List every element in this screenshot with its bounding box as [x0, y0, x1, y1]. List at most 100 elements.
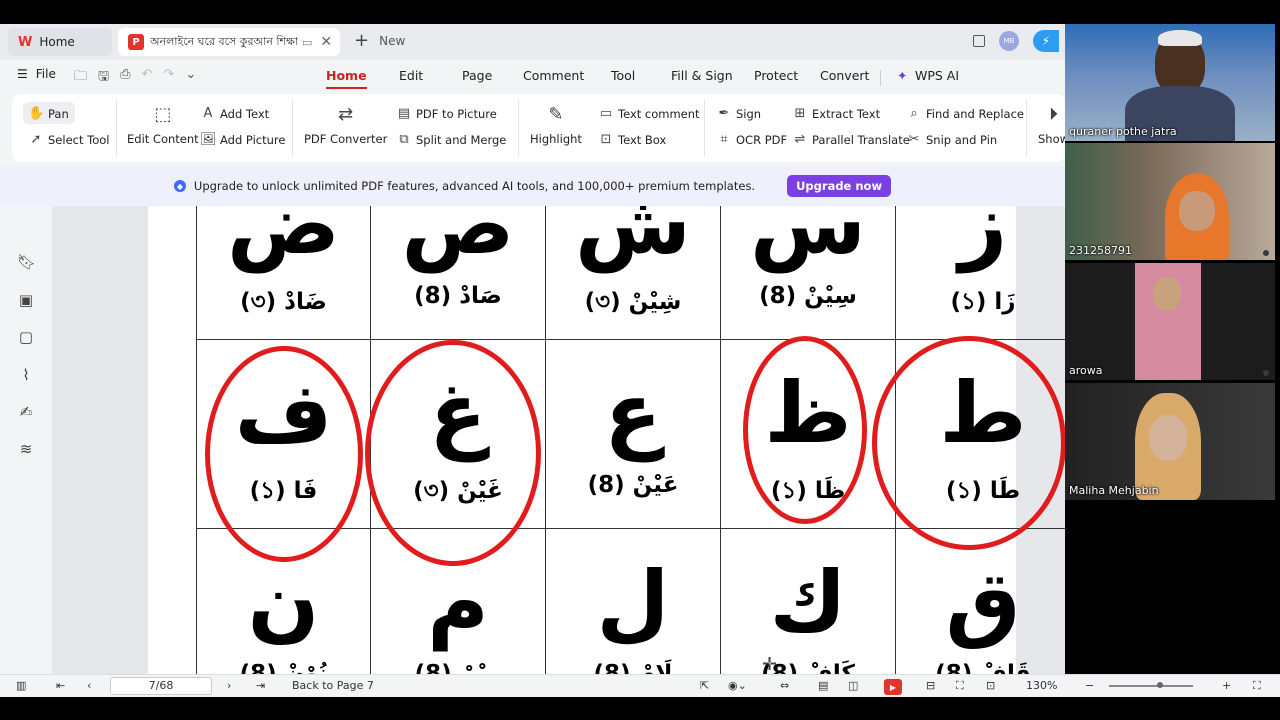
layers-icon[interactable]: ≋	[17, 440, 35, 458]
user-avatar[interactable]: MB	[999, 31, 1019, 51]
chevron-down-icon[interactable]: ⌄	[185, 67, 196, 89]
back-to-page-link[interactable]: Back to Page 7	[292, 679, 374, 692]
tab-document[interactable]: P অনলাইনে ঘরে বসে কুরআন শিক্ষা ▭ ✕	[118, 28, 340, 56]
select-tool-label: Select Tool	[48, 132, 110, 147]
snip-pin-button[interactable]: ✂ Snip and Pin	[906, 132, 998, 147]
thumbnail-icon[interactable]: ▣	[17, 291, 35, 309]
select-tool[interactable]: ➚ Select Tool	[28, 132, 110, 147]
file-menu[interactable]: ☰ File	[17, 67, 56, 81]
pdf-converter-button[interactable]: ⇄ PDF Converter	[304, 104, 387, 146]
participant-face	[1153, 277, 1181, 311]
ocr-pdf-button[interactable]: ⌗ OCR PDF	[716, 132, 787, 147]
upgrade-now-button[interactable]: Upgrade now	[787, 175, 892, 197]
menu-convert[interactable]: Convert	[820, 68, 869, 83]
zoom-out-icon[interactable]: −	[1085, 679, 1094, 692]
add-picture-button[interactable]: 🖼 Add Picture	[200, 132, 285, 147]
prev-page-icon[interactable]: ‹	[87, 679, 91, 692]
fullscreen-icon[interactable]: ⛶	[1253, 679, 1261, 693]
zoom-slider[interactable]	[1109, 685, 1193, 687]
signature-icon[interactable]: ✍	[17, 403, 35, 421]
letter-cell: ز زَا (১)	[896, 206, 1065, 340]
pdf-file-icon: P	[128, 34, 144, 50]
letter-caption: صَادْ (8)	[414, 283, 502, 309]
new-tab-button[interactable]: + New	[354, 32, 405, 50]
menu-page[interactable]: Page	[462, 68, 492, 83]
participant-name: Maliha Mehjabin	[1069, 484, 1159, 497]
wps-logo-icon: W	[18, 34, 33, 50]
menu-home[interactable]: Home	[326, 68, 367, 89]
participant-tile[interactable]: arowa	[1065, 263, 1275, 380]
pdf-converter-icon: ⇄	[338, 104, 354, 125]
ai-assistant-icon[interactable]: ⚡	[1033, 30, 1059, 52]
participant-tile[interactable]: Maliha Mehjabin	[1065, 383, 1275, 500]
monitor-icon[interactable]: ▭	[302, 36, 312, 49]
crop-icon[interactable]: ⊡	[986, 679, 995, 692]
tab-home[interactable]: W Home	[8, 28, 112, 56]
letter-cell: ط طَا (১)	[872, 336, 1065, 550]
quick-access-toolbar: 🗀 🖫 ⎙ ↶ ↷ ⌄	[74, 67, 196, 89]
attachment-icon[interactable]: ⌇	[17, 366, 35, 384]
participant-name: arowa	[1069, 364, 1103, 377]
comment-icon[interactable]: ▢	[17, 328, 35, 346]
split-merge-button[interactable]: ⧉ Split and Merge	[396, 132, 506, 147]
undo-icon[interactable]: ↶	[142, 67, 153, 89]
pan-tool[interactable]: ✋ Pan	[28, 106, 69, 121]
play-slideshow-button[interactable]: ▶	[884, 679, 902, 695]
text-box-button[interactable]: ⊡ Text Box	[598, 132, 667, 147]
menu-comment[interactable]: Comment	[523, 68, 584, 83]
left-sidebar: 🔖︎ ▣ ▢ ⌇ ✍ ≋	[0, 206, 52, 674]
bookmark-icon[interactable]: 🔖︎	[17, 253, 36, 271]
snip-pin-label: Snip and Pin	[926, 132, 998, 147]
menu-wps-ai[interactable]: WPS AI	[915, 68, 959, 83]
menu-protect[interactable]: Protect	[754, 68, 798, 83]
text-box-label: Text Box	[618, 132, 667, 147]
letter-caption: مِيْمْ (8)	[414, 661, 502, 674]
pdf-to-picture-button[interactable]: ▤ PDF to Picture	[396, 106, 497, 121]
reading-mode-icon[interactable]: ⊟	[926, 679, 935, 692]
sidebar-toggle-icon[interactable]: ▥	[16, 679, 26, 692]
save-icon[interactable]: 🖫	[98, 67, 109, 89]
arabic-letter: ك	[769, 553, 847, 651]
print-icon[interactable]: ⎙	[120, 67, 130, 89]
export-icon[interactable]: ⇱	[700, 679, 709, 692]
participant-tile[interactable]: 231258791	[1065, 143, 1275, 260]
add-text-button[interactable]: A Add Text	[200, 106, 270, 121]
two-page-icon[interactable]: ◫	[848, 679, 858, 692]
last-page-icon[interactable]: ⇥	[256, 679, 265, 692]
eye-view-icon[interactable]: ◉⌄	[728, 679, 747, 692]
redo-icon[interactable]: ↷	[163, 67, 174, 89]
fit-width-icon[interactable]: ⇔	[780, 679, 789, 692]
zoom-slider-handle[interactable]	[1157, 682, 1163, 688]
single-page-icon[interactable]: ▤	[818, 679, 828, 692]
close-tab-icon[interactable]: ✕	[320, 34, 332, 50]
open-folder-icon[interactable]: 🗀	[74, 67, 87, 89]
zoom-level[interactable]: 130%⌄	[1026, 679, 1065, 692]
extract-text-button[interactable]: ⊞ Extract Text	[792, 106, 881, 121]
letter-cell: ع عَيْنْ (8)	[546, 340, 721, 529]
search-icon: ⌕	[910, 106, 918, 121]
red-circle-annotation[interactable]	[872, 336, 1065, 550]
document-area[interactable]: ض ضَادْ (৩) ص صَادْ (8) ش شِيْنْ (৩) س سِيْنْ (…	[52, 206, 1065, 674]
show-button[interactable]: ⏵ Show	[1038, 104, 1065, 146]
menu-edit[interactable]: Edit	[399, 68, 423, 83]
menu-fill-sign[interactable]: Fill & Sign	[671, 68, 733, 83]
edit-content-button[interactable]: ⬚ Edit Content	[127, 104, 199, 146]
edit-content-icon: ⬚	[154, 104, 172, 125]
fit-page-icon[interactable]: ⛶	[956, 679, 964, 693]
sign-button[interactable]: ✒ Sign	[716, 106, 762, 121]
menu-tool[interactable]: Tool	[611, 68, 635, 83]
parallel-translate-button[interactable]: ⇌ Parallel Translate	[792, 132, 910, 147]
page-number-input[interactable]: 7/68	[110, 677, 212, 695]
hamburger-icon: ☰	[17, 67, 28, 81]
red-circle-annotation[interactable]	[743, 336, 867, 524]
find-replace-button[interactable]: ⌕ Find and Replace	[906, 106, 1024, 121]
highlight-button[interactable]: ✎ Highlight	[530, 104, 582, 146]
participant-tile[interactable]: quraner pothe jatra	[1065, 24, 1275, 141]
letter-caption: ضَادْ (৩)	[240, 289, 327, 315]
restore-window-icon[interactable]	[973, 35, 985, 47]
text-comment-button[interactable]: ▭ Text comment	[598, 106, 700, 121]
zoom-in-icon[interactable]: +	[1222, 679, 1231, 692]
edit-content-label: Edit Content	[127, 132, 199, 146]
next-page-icon[interactable]: ›	[227, 679, 231, 692]
first-page-icon[interactable]: ⇤	[56, 679, 65, 692]
